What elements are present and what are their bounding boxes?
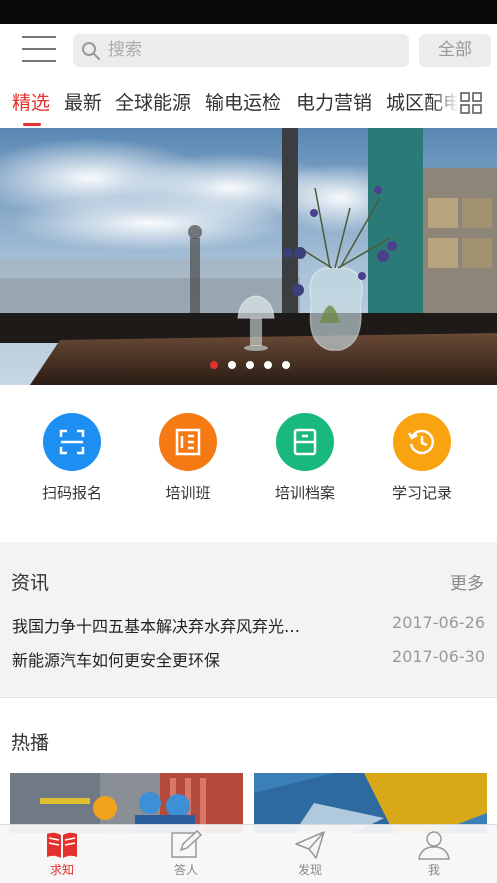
- search-placeholder: 搜索: [108, 40, 142, 60]
- tab-me[interactable]: 我: [372, 825, 496, 883]
- news-item-title: 新能源汽车如何更安全更环保: [12, 651, 221, 670]
- menu-icon[interactable]: [22, 36, 56, 62]
- quick-action-label: 扫码报名: [41, 484, 102, 502]
- tab-featured[interactable]: 精选: [12, 91, 50, 115]
- tab-label: 我: [427, 863, 440, 877]
- tab-qiuzhi[interactable]: 求知: [0, 825, 124, 883]
- news-item-date: 2017-06-30: [392, 647, 485, 666]
- tab-global-energy[interactable]: 全球能源: [115, 91, 191, 115]
- tab-transmission[interactable]: 输电运检: [205, 91, 281, 115]
- news-item[interactable]: 新能源汽车如何更安全更环保 2017-06-30: [12, 647, 486, 671]
- tab-marketing[interactable]: 电力营销: [296, 91, 372, 115]
- banner-carousel[interactable]: [0, 128, 497, 385]
- news-more-link[interactable]: 更多: [450, 569, 484, 594]
- tab-faxian[interactable]: 发现: [248, 825, 372, 883]
- carousel-indicator: [0, 361, 497, 371]
- news-item-title: 我国力争十四五基本解决弃水弃风弃光…: [12, 617, 301, 636]
- tab-label: 发现: [297, 863, 322, 877]
- tab-label: 求知: [49, 863, 74, 877]
- tab-latest[interactable]: 最新: [64, 91, 102, 115]
- tab-label: 答人: [173, 863, 198, 877]
- carousel-dot[interactable]: [210, 361, 218, 369]
- carousel-dot[interactable]: [228, 361, 236, 369]
- bottom-tab-bar: 求知 答人 发现 我: [0, 824, 497, 883]
- banner-image: [0, 128, 497, 385]
- active-tab-indicator: [23, 123, 41, 126]
- paper-plane-icon: [295, 831, 325, 859]
- training-class-button[interactable]: 培训班: [138, 413, 238, 503]
- tab-daren[interactable]: 答人: [124, 825, 248, 883]
- history-icon: [393, 413, 451, 471]
- person-icon: [418, 831, 450, 860]
- scan-signup-button[interactable]: 扫码报名: [22, 413, 122, 503]
- news-section-title: 资讯: [11, 572, 50, 594]
- all-button[interactable]: 全部: [419, 34, 491, 67]
- quick-action-label: 学习记录: [391, 484, 452, 502]
- learning-record-button[interactable]: 学习记录: [372, 413, 472, 503]
- carousel-dot[interactable]: [246, 361, 254, 369]
- quick-actions: 扫码报名 培训班 培训档案 学习记录: [0, 385, 497, 542]
- edit-icon: [171, 830, 203, 858]
- book-icon: [47, 832, 77, 858]
- archive-icon: [276, 413, 334, 471]
- news-section: 资讯 更多 我国力争十四五基本解决弃水弃风弃光… 2017-06-26 新能源汽…: [0, 542, 497, 697]
- search-icon: [82, 42, 100, 60]
- category-tabs: 精选 最新 全球能源 输电运检 电力营销 城区配电: [0, 80, 497, 128]
- hot-section-title: 热播: [11, 732, 50, 754]
- status-bar: [0, 0, 497, 24]
- news-item-date: 2017-06-26: [392, 613, 485, 632]
- carousel-dot[interactable]: [264, 361, 272, 369]
- training-class-icon: [159, 413, 217, 471]
- carousel-dot[interactable]: [282, 361, 290, 369]
- training-archive-button[interactable]: 培训档案: [255, 413, 355, 503]
- quick-action-label: 培训班: [165, 484, 211, 502]
- quick-action-label: 培训档案: [274, 484, 335, 502]
- scan-icon: [43, 413, 101, 471]
- top-bar: 搜索 全部: [0, 24, 497, 76]
- hot-section: 热播: [0, 697, 497, 833]
- search-input[interactable]: 搜索: [73, 34, 409, 67]
- news-item[interactable]: 我国力争十四五基本解决弃水弃风弃光… 2017-06-26: [12, 613, 486, 637]
- grid-icon[interactable]: [460, 92, 482, 114]
